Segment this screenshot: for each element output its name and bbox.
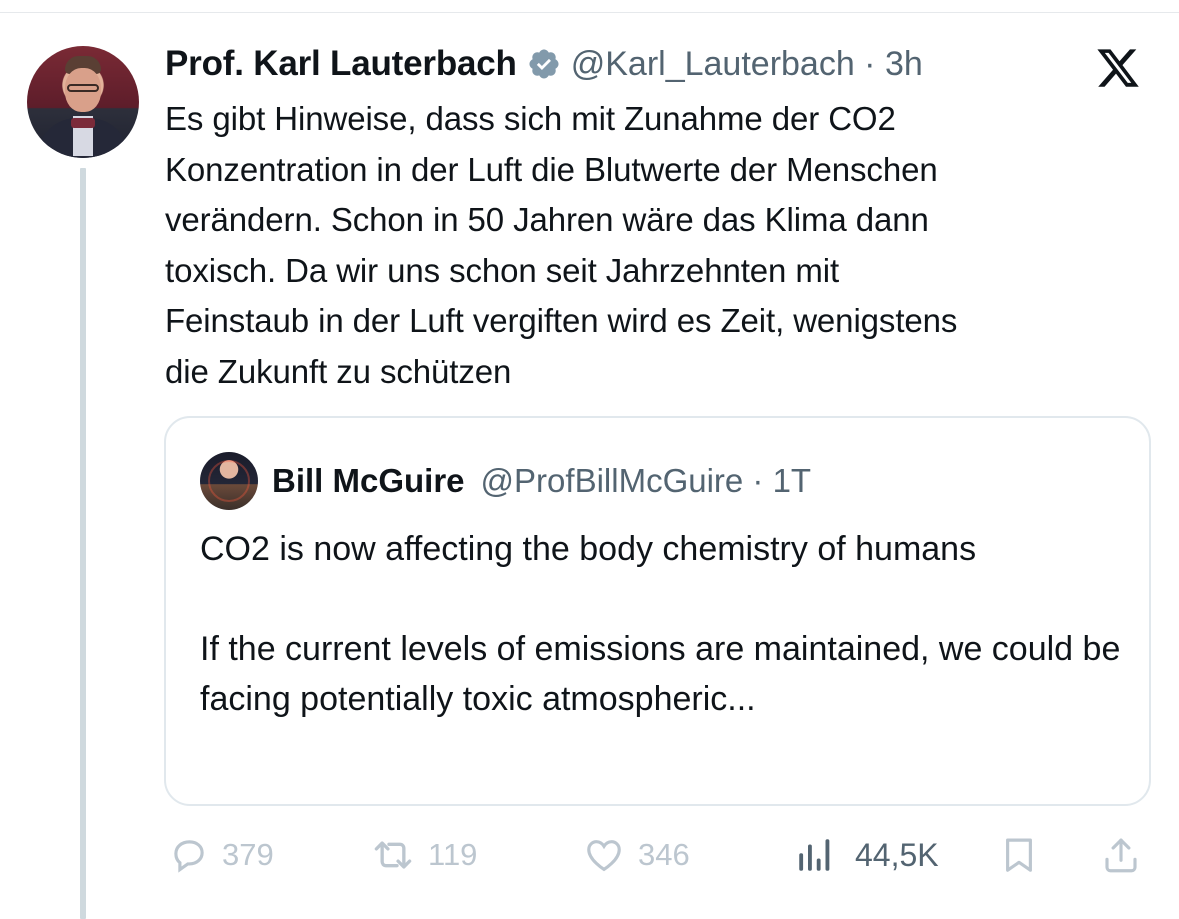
author-handle-time[interactable]: @Karl_Lauterbach · 3h: [571, 45, 923, 84]
thread-line: [80, 168, 86, 919]
quoted-tweet-header: Bill McGuire @ProfBillMcGuire · 1T: [272, 458, 811, 504]
quoted-author-avatar: [200, 452, 258, 510]
tweet-text: Es gibt Hinweise, dass sich mit Zunahme …: [165, 100, 958, 390]
tweet-actions-bar: 379 119 346 44,5K: [0, 830, 1179, 880]
reply-count: 379: [222, 837, 274, 872]
like-button[interactable]: 346: [582, 830, 690, 880]
repost-count: 119: [428, 837, 478, 872]
tweet-header: Prof. Karl Lauterbach @Karl_Lauterbach ·…: [165, 40, 923, 88]
top-divider: [0, 12, 1179, 13]
views-count: 44,5K: [855, 836, 939, 873]
heart-icon: [587, 840, 621, 872]
share-button[interactable]: [1100, 830, 1142, 880]
repost-button[interactable]: 119: [370, 830, 477, 880]
quoted-tweet-text: CO2 is now affecting the body chemistry …: [200, 524, 1130, 724]
quoted-tweet-card[interactable]: Bill McGuire @ProfBillMcGuire · 1T CO2 i…: [164, 416, 1151, 806]
views-chart-icon: [799, 839, 830, 871]
author-avatar[interactable]: [27, 46, 139, 158]
views-button[interactable]: 44,5K: [793, 830, 939, 880]
quoted-author-handle-time: @ProfBillMcGuire · 1T: [480, 462, 812, 499]
x-logo-icon: [1097, 49, 1139, 87]
repost-icon: [374, 841, 412, 869]
quoted-author-name: Bill McGuire: [272, 462, 465, 499]
quoted-paragraph: CO2 is now affecting the body chemistry …: [200, 530, 977, 568]
reply-button[interactable]: 379: [168, 830, 274, 880]
share-icon: [1105, 838, 1137, 873]
reply-icon: [174, 840, 204, 873]
bookmark-button[interactable]: [998, 830, 1040, 880]
quoted-paragraph: If the current levels of emissions are m…: [200, 630, 1121, 718]
like-count: 346: [638, 837, 690, 872]
verified-badge-icon: [529, 49, 559, 79]
bookmark-icon: [1006, 838, 1032, 872]
author-name[interactable]: Prof. Karl Lauterbach: [165, 44, 517, 84]
